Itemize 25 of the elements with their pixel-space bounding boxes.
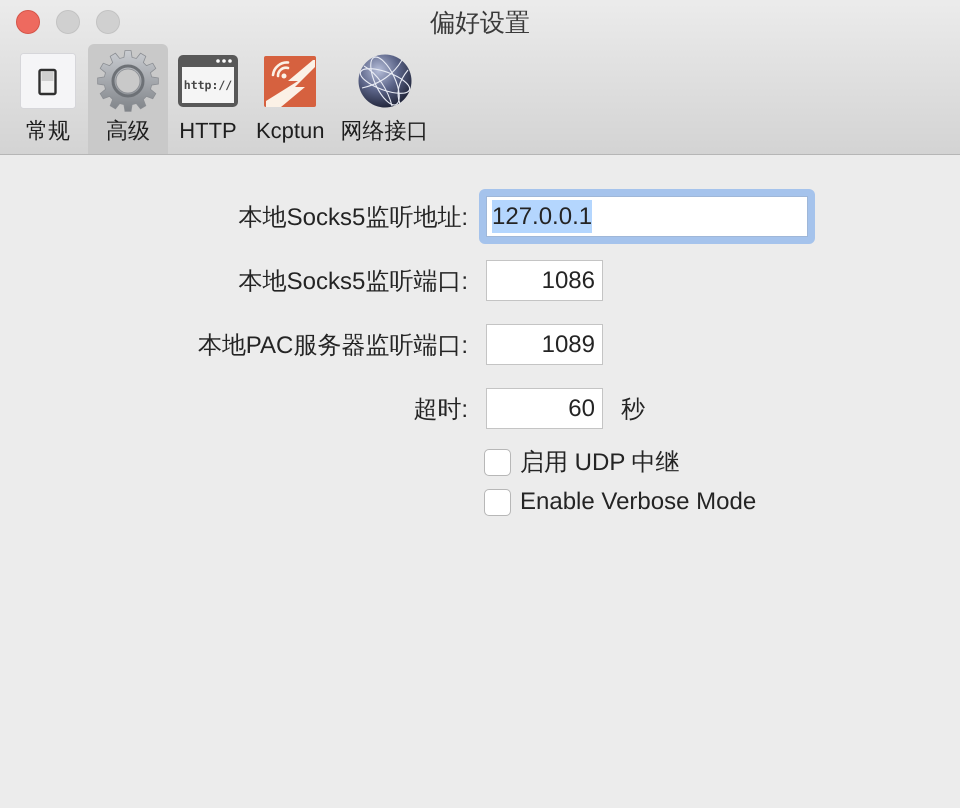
input-field[interactable]: 1086: [486, 260, 603, 301]
field-label: 本地PAC服务器监听端口:: [198, 330, 468, 360]
globe-icon: [358, 54, 412, 108]
input-field[interactable]: 127.0.0.1: [479, 189, 815, 244]
input-field[interactable]: 60: [486, 388, 603, 429]
toolbar-tab[interactable]: 常规: [8, 44, 88, 154]
field-label: 本地Socks5监听端口:: [238, 266, 468, 296]
toolbar-tab[interactable]: Kcptun: [248, 44, 332, 154]
input-field[interactable]: 1089: [486, 324, 603, 365]
checkbox[interactable]: [484, 488, 511, 516]
toolbar-tab[interactable]: http:// HTTP: [168, 44, 248, 154]
lightning-signal-icon: [264, 56, 316, 106]
toolbar-tab[interactable]: 网络接口: [332, 44, 436, 154]
browser-window-icon: http://: [178, 55, 238, 107]
switch-icon: [20, 53, 76, 109]
checkbox-label[interactable]: Enable Verbose Mode: [520, 488, 756, 516]
field-label: 超时:: [413, 394, 468, 424]
toolbar-tab[interactable]: 高级: [88, 44, 168, 154]
gear-icon: [97, 50, 159, 112]
close-button[interactable]: [16, 10, 40, 34]
unit-label: 秒: [621, 394, 645, 424]
window-title: 偏好设置: [430, 8, 530, 38]
checkbox-label[interactable]: 启用 UDP 中继: [520, 446, 680, 478]
checkbox[interactable]: [484, 448, 511, 476]
field-label: 本地Socks5监听地址:: [238, 202, 468, 232]
